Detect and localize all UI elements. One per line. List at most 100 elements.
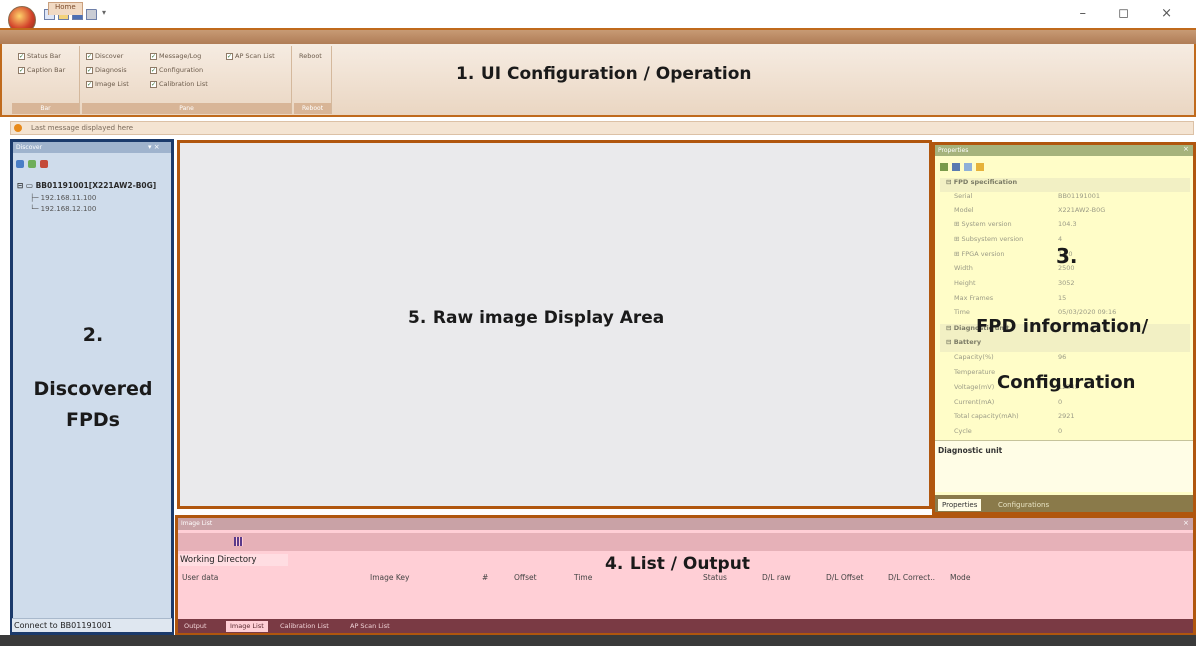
property-key: Width	[954, 264, 973, 272]
property-key: Model	[954, 206, 974, 214]
reboot-button[interactable]: Reboot	[299, 52, 322, 60]
property-row[interactable]: Max Frames 15	[940, 294, 1190, 308]
ribbon-annotation: 1. UI Configuration / Operation	[456, 62, 751, 84]
property-row[interactable]: Current(mA) 0	[940, 398, 1190, 412]
tree-item-ip-label: 192.168.11.100	[40, 194, 97, 202]
property-value: 0	[1058, 427, 1063, 435]
property-key: Total capacity(mAh)	[954, 412, 1019, 420]
property-key: ⊟ FPD specification	[946, 178, 1018, 186]
property-value: 96	[1058, 353, 1067, 361]
property-row[interactable]: Height 3052	[940, 279, 1190, 293]
ribbon-group-pane: ✓ Discover ✓ Message/Log ✓ AP Scan List ✓ Di…	[82, 46, 292, 114]
property-row[interactable]: Model X221AW2-B0G	[940, 206, 1190, 220]
disconnect-icon[interactable]	[40, 160, 48, 168]
property-value	[1058, 338, 1190, 352]
tab-calibration-list[interactable]: Calibration List	[276, 621, 333, 632]
property-key: ⊞ FPGA version	[954, 250, 1005, 258]
search-fpd-icon[interactable]	[16, 160, 24, 168]
calibration-list-checkbox[interactable]: ✓ Calibration List	[150, 80, 208, 88]
column-header-mode[interactable]: Mode	[950, 573, 970, 582]
title-bar	[0, 0, 1196, 28]
display-annotation-number: 5.	[408, 308, 427, 328]
discover-panel-close-icon[interactable]: ▾ ×	[148, 143, 160, 151]
property-value	[1058, 178, 1190, 192]
column-header-status[interactable]: Status	[703, 573, 727, 582]
display-annotation-text: Raw image Display Area	[432, 308, 665, 328]
property-pages-icon[interactable]	[964, 163, 972, 171]
tab-ap-scan-list[interactable]: AP Scan List	[346, 621, 394, 632]
column-header-number[interactable]: #	[482, 573, 488, 582]
column-header-time[interactable]: Time	[574, 573, 592, 582]
column-header-dl-correct[interactable]: D/L Correct..	[888, 573, 935, 582]
list-panel-title: Image List	[178, 518, 1193, 530]
property-row[interactable]: ⊞ System version 104.3	[940, 220, 1190, 234]
categorized-icon[interactable]	[940, 163, 948, 171]
property-value: 3052	[1058, 279, 1075, 287]
property-row[interactable]: Serial BB01191001	[940, 192, 1190, 206]
column-header-image-key[interactable]: Image Key	[370, 573, 409, 582]
tree-item-fpd[interactable]: ⊟ ▭ BB01191001[X221AW2-B0G]	[17, 181, 156, 190]
property-row[interactable]: ⊟ FPD specification	[940, 178, 1190, 192]
ribbon-group-reboot: Reboot Reboot	[294, 46, 332, 114]
image-list-checkbox[interactable]: ✓ Image List	[86, 80, 129, 88]
property-description-title: Diagnostic unit	[938, 446, 1003, 455]
list-panel-close-icon[interactable]: ×	[1183, 519, 1189, 527]
property-key: Cycle	[954, 427, 972, 435]
caption-bar-checkbox[interactable]: ✓ Caption Bar	[18, 66, 65, 74]
working-directory[interactable]: Working Directory	[178, 554, 288, 566]
message-log-checkbox[interactable]: ✓ Message/Log	[150, 52, 201, 60]
properties-panel-close-icon[interactable]: ×	[1183, 145, 1189, 153]
properties-annotation-line1: FPD information/	[976, 316, 1149, 337]
property-row[interactable]: Capacity(%) 96	[940, 353, 1190, 367]
tab-home[interactable]: Home	[48, 2, 83, 15]
column-header-user-data[interactable]: User data	[182, 573, 218, 582]
property-row[interactable]: Cycle 0	[940, 427, 1190, 441]
discover-annotation-line2: FPDs	[66, 408, 120, 431]
property-key: Serial	[954, 192, 973, 200]
configuration-checkbox[interactable]: ✓ Configuration	[150, 66, 203, 74]
ribbon-annotation-number: 1.	[456, 64, 475, 84]
diagnosis-checkbox[interactable]: ✓ Diagnosis	[86, 66, 127, 74]
tab-properties[interactable]: Properties	[938, 499, 982, 511]
tab-configurations[interactable]: Configurations	[994, 499, 1053, 511]
tab-image-list[interactable]: Image List	[226, 621, 268, 632]
list-toolbar	[178, 533, 1193, 551]
property-row[interactable]: ⊟ Battery	[940, 338, 1190, 352]
ap-scan-list-checkbox[interactable]: ✓ AP Scan List	[226, 52, 275, 60]
ribbon-annotation-text: UI Configuration / Operation	[480, 64, 752, 84]
property-value: 1.10	[1058, 250, 1073, 258]
properties-annotation-number: 3.	[1056, 244, 1078, 268]
tree-item-ip-label: 192.168.12.100	[40, 205, 97, 213]
column-header-dl-raw[interactable]: D/L raw	[762, 573, 791, 582]
tab-operation[interactable]: Operation	[84, 2, 131, 15]
property-value: BB01191001	[1058, 192, 1101, 200]
property-key: Current(mA)	[954, 398, 995, 406]
column-header-dl-offset[interactable]: D/L Offset	[826, 573, 863, 582]
connection-status: Connect to BB01191001	[12, 618, 172, 632]
discover-checkbox[interactable]: ✓ Discover	[86, 52, 123, 60]
property-row[interactable]: Total capacity(mAh) 2921	[940, 412, 1190, 426]
refresh-icon[interactable]	[28, 160, 36, 168]
column-header-offset[interactable]: Offset	[514, 573, 537, 582]
discover-label: Discover	[95, 52, 124, 60]
property-value: 0	[1058, 398, 1063, 406]
tree-item-ip-wireless[interactable]: └─ 192.168.12.100	[30, 205, 96, 213]
list-annotation-number: 4.	[605, 554, 624, 574]
calibration-list-label: Calibration List	[159, 80, 208, 88]
tree-item-ip-wired[interactable]: ├─ 192.168.11.100	[30, 194, 96, 202]
message-log-label: Message/Log	[159, 52, 202, 60]
properties-panel-title: Properties	[935, 145, 1193, 156]
properties-annotation-line2: Configuration	[997, 372, 1136, 393]
style-menu[interactable]: Style ▾	[1165, 3, 1188, 11]
alphabetical-icon[interactable]	[952, 163, 960, 171]
lightning-icon[interactable]	[976, 163, 984, 171]
status-bar-checkbox[interactable]: ✓ Status Bar	[18, 52, 61, 60]
property-value: 15	[1058, 294, 1067, 302]
image-list-label: Image List	[95, 80, 129, 88]
property-value: 4	[1058, 235, 1063, 243]
tab-output[interactable]: Output	[180, 621, 211, 632]
bottom-status-strip	[0, 635, 1196, 646]
property-value: X221AW2-B0G	[1058, 206, 1106, 214]
list-grid-icon[interactable]	[234, 537, 243, 546]
property-value: 2500	[1058, 264, 1075, 272]
